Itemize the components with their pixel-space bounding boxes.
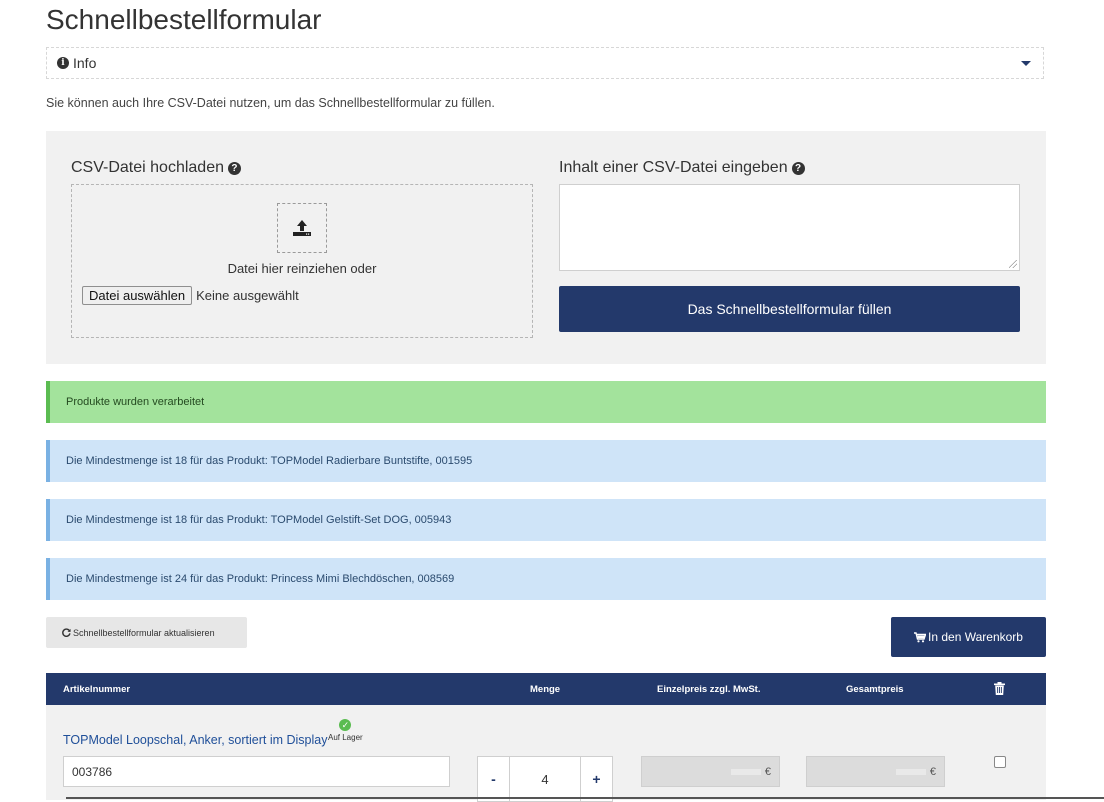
caret-down-icon[interactable] [1021,60,1031,66]
trash-icon[interactable] [994,682,1005,695]
column-header-unit-price: Einzelpreis zzgl. MwSt. [657,684,761,695]
upload-heading: CSV-Datei hochladen ? [71,159,241,177]
file-input[interactable]: Datei auswählen Keine ausgewählt [82,286,299,305]
info-accordion[interactable]: i Info [46,47,1044,79]
csv-content-heading-label: Inhalt einer CSV-Datei eingeben [559,159,788,176]
row-select-checkbox[interactable] [994,756,1006,768]
cart-icon [914,631,927,642]
file-status: Keine ausgewählt [196,288,299,303]
increase-quantity-button[interactable]: + [580,756,613,802]
info-icon: i [57,57,69,69]
quantity-input[interactable]: 4 [510,756,580,802]
column-header-article: Artikelnummer [63,684,131,695]
fill-form-button[interactable]: Das Schnellbestellformular füllen [559,286,1020,332]
stock-label: Auf Lager [328,733,363,742]
order-table-header: Artikelnummer Menge Einzelpreis zzgl. Mw… [46,673,1046,705]
table-row: TOPModel Loopschal, Anker, sortiert im D… [46,705,1046,802]
file-dropzone[interactable]: Datei hier reinziehen oder Datei auswähl… [71,184,533,338]
drop-text: Datei hier reinziehen oder [227,261,377,276]
refresh-form-button[interactable]: Schnellbestellformular aktualisieren [46,617,247,648]
alert-info: Die Mindestmenge ist 18 für das Produkt:… [46,499,1046,541]
decrease-quantity-button[interactable]: - [477,756,510,802]
unit-price-field: € [641,756,780,787]
alert-info: Die Mindestmenge ist 18 für das Produkt:… [46,440,1046,482]
csv-hint-text: Sie können auch Ihre CSV-Datei nutzen, u… [46,96,495,110]
page-title: Schnellbestellformular [46,4,322,35]
quantity-stepper: - 4 + [477,756,613,802]
check-circle-icon: ✓ [339,719,352,731]
total-price-currency: € [929,765,936,778]
csv-upload-panel: CSV-Datei hochladen ? Datei hier reinzie… [46,131,1046,364]
column-header-quantity: Menge [530,684,561,695]
article-number-input[interactable]: 003786 [63,756,450,787]
stock-status: ✓ Auf Lager [328,719,363,742]
alert-success: Produkte wurden verarbeitet [46,381,1046,423]
alert-info: Die Mindestmenge ist 24 für das Produkt:… [46,558,1046,600]
unit-price-currency: € [764,765,771,778]
upload-heading-label: CSV-Datei hochladen [71,159,224,176]
divider [66,797,1104,799]
csv-content-textarea[interactable] [559,184,1020,271]
refresh-icon [62,628,71,637]
column-header-total: Gesamtpreis [846,684,904,695]
choose-file-button[interactable]: Datei auswählen [82,286,193,305]
upload-icon [277,203,327,253]
product-link[interactable]: TOPModel Loopschal, Anker, sortiert im D… [63,733,327,747]
total-price-field: € [806,756,945,787]
refresh-label: Schnellbestellformular aktualisieren [73,627,215,638]
resize-handle-icon[interactable] [1009,260,1017,268]
info-label: Info [73,55,97,71]
question-icon[interactable]: ? [227,161,241,175]
add-to-cart-button[interactable]: In den Warenkorb [891,617,1046,657]
csv-content-heading: Inhalt einer CSV-Datei eingeben ? [559,159,805,177]
question-icon[interactable]: ? [791,161,805,175]
cart-label: In den Warenkorb [928,630,1023,644]
